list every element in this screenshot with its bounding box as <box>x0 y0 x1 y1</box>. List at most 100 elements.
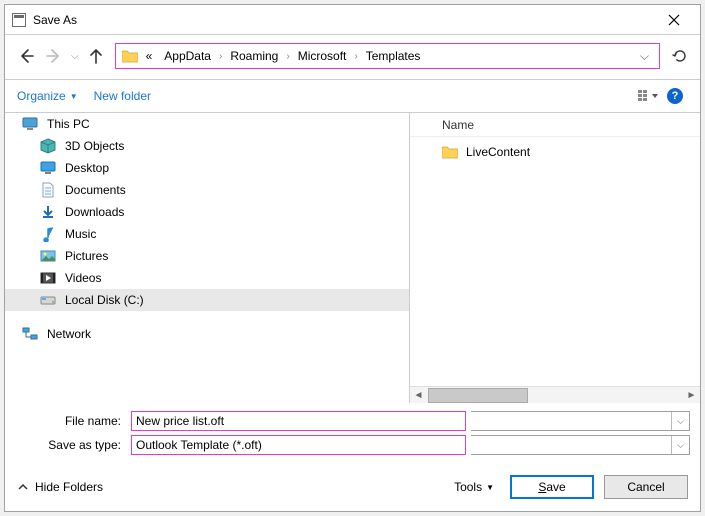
file-name-field[interactable] <box>131 411 466 431</box>
desktop-icon <box>39 159 57 177</box>
tools-button[interactable]: Tools ▼ <box>448 476 500 498</box>
footer: Hide Folders Tools ▼ Save Cancel <box>5 463 700 511</box>
arrow-right-icon <box>45 47 63 65</box>
nav-arrows: ⌵ <box>15 45 107 67</box>
save-as-type-row: Save as type: Outlook Template (*.oft) ⌵ <box>15 435 690 455</box>
new-folder-label: New folder <box>94 89 151 103</box>
folder-icon <box>442 145 458 159</box>
tree-item-downloads[interactable]: Downloads <box>5 201 409 223</box>
cancel-button[interactable]: Cancel <box>604 475 688 499</box>
horizontal-scrollbar[interactable]: ◄ ► <box>410 386 700 403</box>
tree-item-label: Local Disk (C:) <box>65 293 144 307</box>
breadcrumb-part-microsoft[interactable]: Microsoft <box>292 44 353 68</box>
breadcrumb-part-roaming[interactable]: Roaming <box>224 44 284 68</box>
tree-item-label: Pictures <box>65 249 108 263</box>
documents-icon <box>39 181 57 199</box>
scroll-left-button[interactable]: ◄ <box>410 387 427 404</box>
chevron-up-icon <box>17 481 29 493</box>
tree-item-videos[interactable]: Videos <box>5 267 409 289</box>
file-name-row: File name: ⌵ <box>15 411 690 431</box>
save-as-type-field-ext[interactable]: ⌵ <box>471 435 690 455</box>
tree-item-local-disk[interactable]: Local Disk (C:) <box>5 289 409 311</box>
scroll-track[interactable] <box>427 387 683 404</box>
music-icon <box>39 225 57 243</box>
arrow-left-icon <box>17 47 35 65</box>
list-item[interactable]: LiveContent <box>410 141 700 163</box>
pictures-icon <box>39 247 57 265</box>
window-title: Save As <box>33 13 654 27</box>
tree-item-label: Network <box>47 327 91 341</box>
breadcrumb-part-templates[interactable]: Templates <box>360 44 427 68</box>
main-area: This PC 3D Objects Desktop Documents Dow… <box>5 113 700 403</box>
downloads-icon <box>39 203 57 221</box>
breadcrumb-dropdown[interactable]: ⌵ <box>634 49 655 64</box>
tree-item-label: This PC <box>47 117 90 131</box>
scroll-thumb[interactable] <box>428 388 528 403</box>
tree-item-pictures[interactable]: Pictures <box>5 245 409 267</box>
tree-item-documents[interactable]: Documents <box>5 179 409 201</box>
folder-tree[interactable]: This PC 3D Objects Desktop Documents Dow… <box>5 113 410 403</box>
help-button[interactable]: ? <box>662 83 688 109</box>
chevron-down-icon[interactable]: ⌵ <box>671 412 689 430</box>
chevron-right-icon: › <box>352 51 359 62</box>
app-icon <box>11 12 27 28</box>
tree-item-music[interactable]: Music <box>5 223 409 245</box>
organize-button[interactable]: Organize ▼ <box>9 85 86 107</box>
tree-item-label: Downloads <box>65 205 124 219</box>
help-icon: ? <box>667 88 683 104</box>
breadcrumb[interactable]: « AppData › Roaming › Microsoft › Templa… <box>115 43 660 69</box>
chevron-right-icon: › <box>217 51 224 62</box>
chevron-down-icon[interactable]: ⌵ <box>671 436 689 454</box>
inputs-area: File name: ⌵ Save as type: Outlook Templ… <box>5 403 700 463</box>
tree-item-label: 3D Objects <box>65 139 124 153</box>
network-icon <box>21 325 39 343</box>
save-as-type-label: Save as type: <box>15 438 125 452</box>
tree-item-network[interactable]: Network <box>5 323 409 345</box>
chevron-down-icon: ▼ <box>486 483 494 492</box>
toolbar: Organize ▼ New folder ? <box>5 79 700 113</box>
organize-label: Organize <box>17 89 66 103</box>
file-name-input[interactable] <box>132 414 465 428</box>
cube-icon <box>39 137 57 155</box>
nav-forward-button[interactable] <box>43 45 65 67</box>
nav-up-button[interactable] <box>85 45 107 67</box>
column-header-name[interactable]: Name <box>410 113 700 137</box>
tree-item-desktop[interactable]: Desktop <box>5 157 409 179</box>
breadcrumb-overflow[interactable]: « <box>140 44 159 68</box>
nav-back-button[interactable] <box>15 45 37 67</box>
file-name-label: File name: <box>15 414 125 428</box>
folder-icon <box>122 49 138 63</box>
save-label: Save <box>538 480 565 494</box>
save-as-type-value: Outlook Template (*.oft) <box>132 438 465 452</box>
nav-row: ⌵ « AppData › Roaming › Microsoft › Temp… <box>5 35 700 79</box>
view-options-button[interactable] <box>636 83 662 109</box>
save-as-type-field[interactable]: Outlook Template (*.oft) <box>131 435 466 455</box>
files-pane: Name LiveContent ◄ ► <box>410 113 700 403</box>
close-icon <box>668 14 680 26</box>
tools-label: Tools <box>454 480 482 494</box>
file-item-label: LiveContent <box>466 145 530 159</box>
save-as-dialog: Save As ⌵ « AppData › Roaming <box>4 4 701 512</box>
tree-item-label: Documents <box>65 183 126 197</box>
file-list[interactable]: LiveContent <box>410 137 700 386</box>
save-button[interactable]: Save <box>510 475 594 499</box>
tree-item-3d-objects[interactable]: 3D Objects <box>5 135 409 157</box>
refresh-icon <box>672 48 688 64</box>
nav-history-dropdown[interactable]: ⌵ <box>71 51 79 62</box>
hide-folders-button[interactable]: Hide Folders <box>17 480 103 494</box>
tree-item-label: Videos <box>65 271 101 285</box>
disk-icon <box>39 291 57 309</box>
arrow-up-icon <box>87 47 105 65</box>
close-button[interactable] <box>654 5 694 35</box>
tree-item-label: Desktop <box>65 161 109 175</box>
scroll-right-button[interactable]: ► <box>683 387 700 404</box>
new-folder-button[interactable]: New folder <box>86 85 159 107</box>
file-name-field-ext[interactable]: ⌵ <box>471 411 690 431</box>
videos-icon <box>39 269 57 287</box>
view-details-icon <box>638 88 660 104</box>
tree-item-this-pc[interactable]: This PC <box>5 113 409 135</box>
chevron-right-icon: › <box>284 51 291 62</box>
refresh-button[interactable] <box>668 44 692 68</box>
breadcrumb-part-appdata[interactable]: AppData <box>158 44 217 68</box>
hide-folders-label: Hide Folders <box>35 480 103 494</box>
